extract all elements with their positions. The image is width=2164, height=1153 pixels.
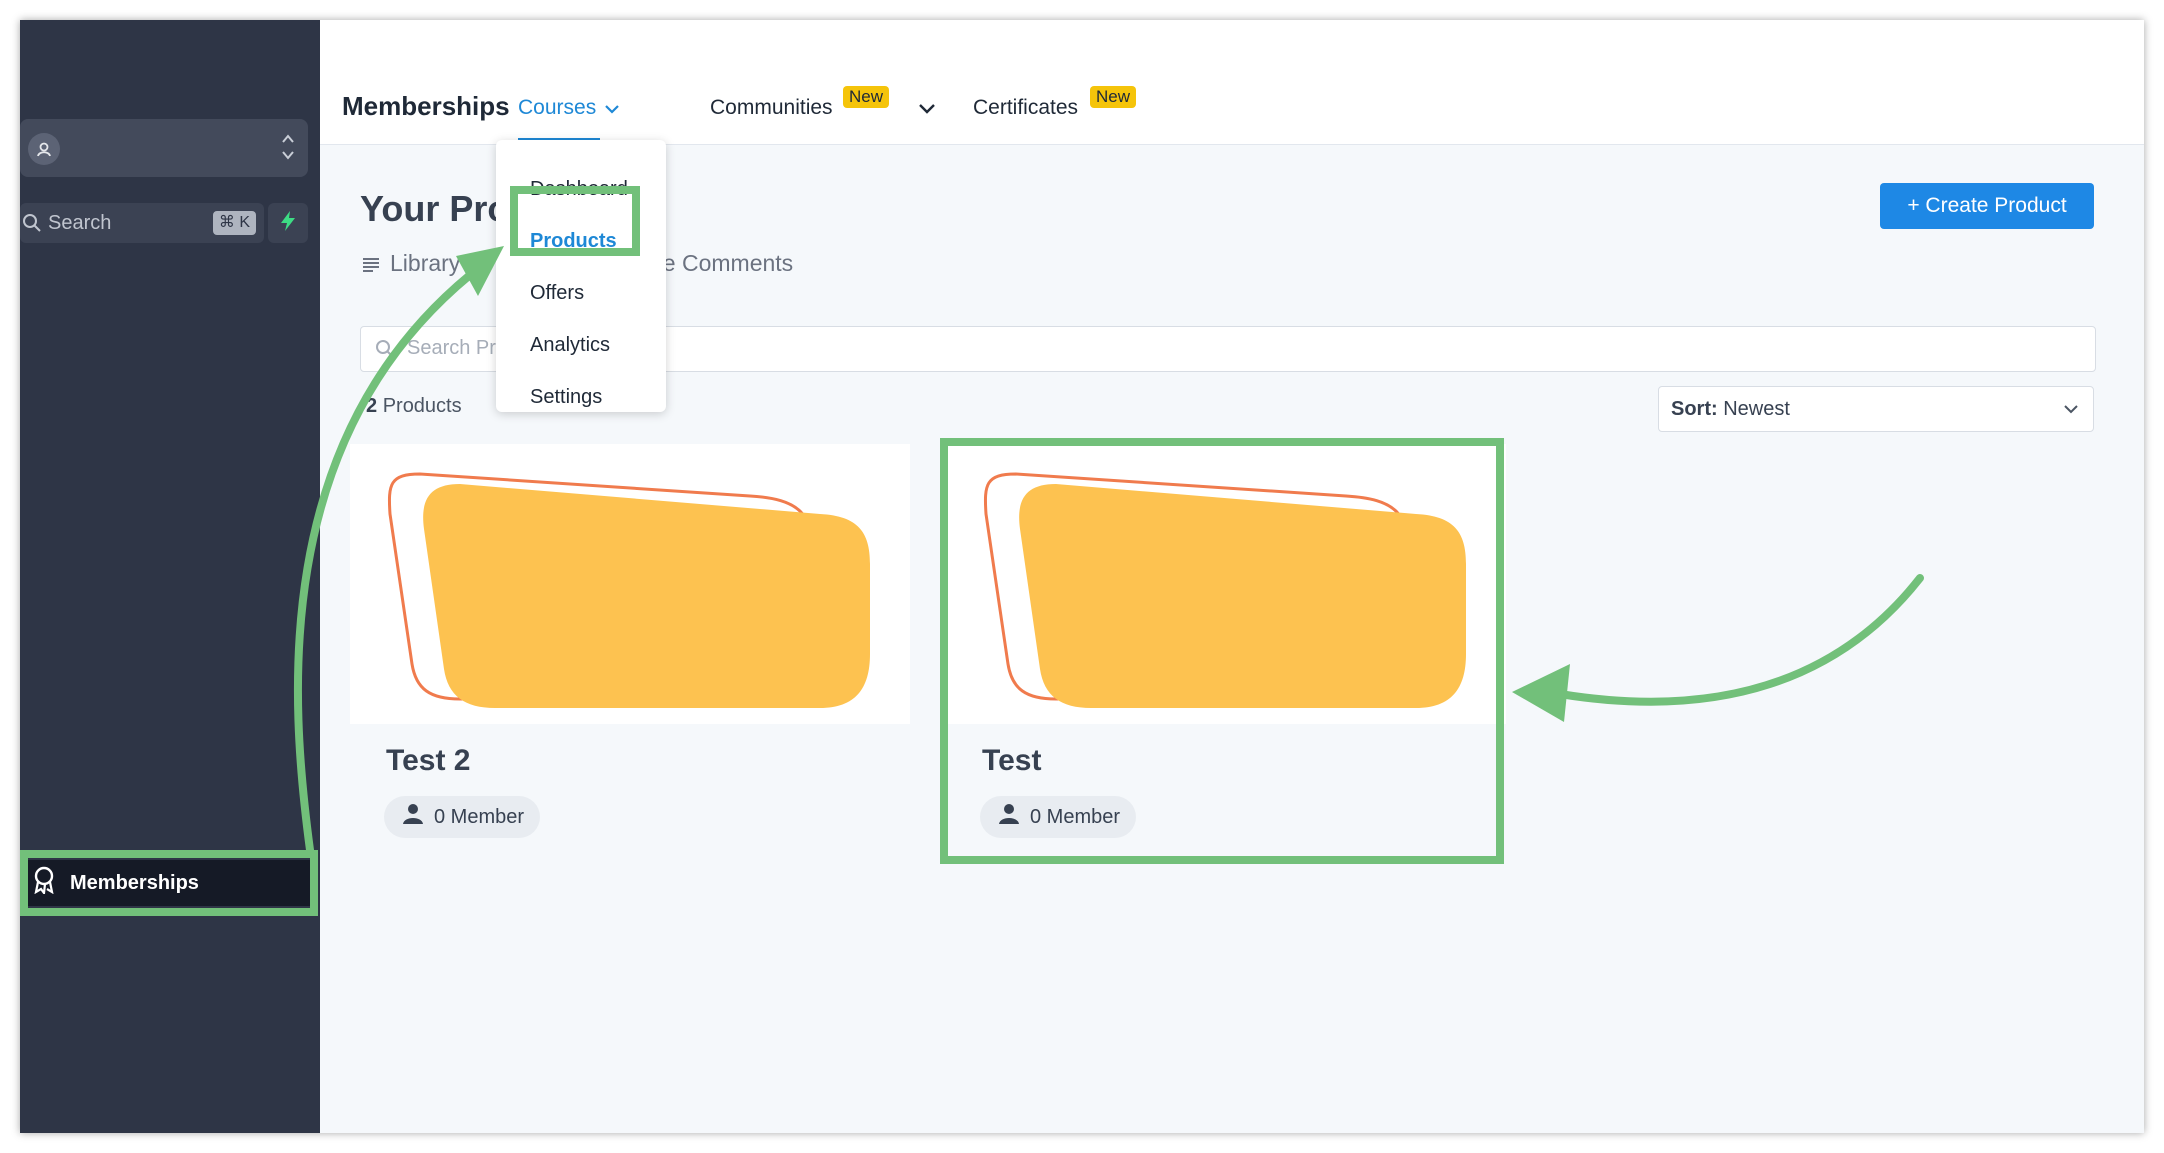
- app-window: Search ⌘ K Memberships Memberships Cours…: [20, 20, 2144, 1133]
- annotation-arrows: [293, 246, 1924, 854]
- arrowhead: [1512, 664, 1570, 722]
- arrowhead: [456, 246, 504, 296]
